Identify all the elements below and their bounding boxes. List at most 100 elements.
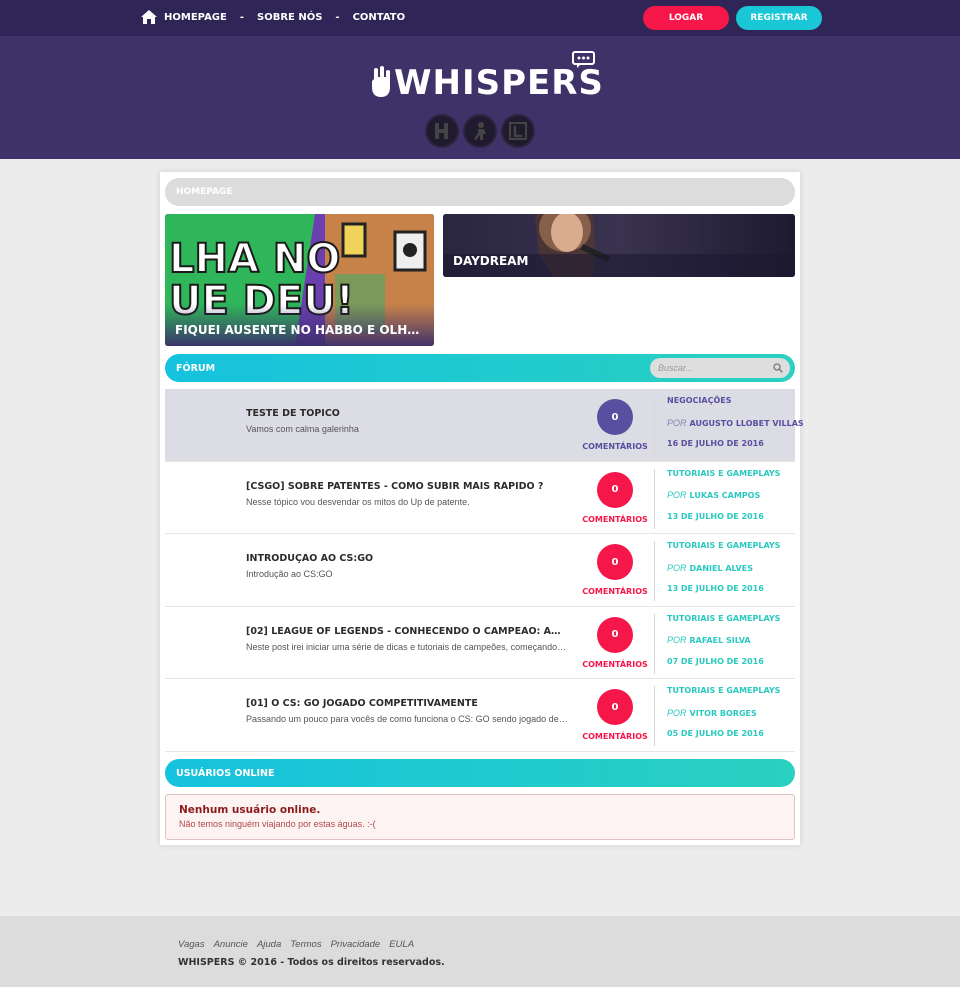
topic-category[interactable]: TUTORIAIS E GAMEPLAYS <box>667 686 780 708</box>
comment-count-badge: 0 <box>597 399 633 435</box>
search-icon[interactable] <box>773 363 783 373</box>
topic-date: 07 DE JULHO DE 2016 <box>667 656 764 666</box>
comment-count-badge: 0 <box>597 689 633 725</box>
topic-description: Nesse tópico vou desvendar os mitos do U… <box>246 496 470 507</box>
forum-section-bar: FÓRUM Buscar... <box>165 354 795 382</box>
topic-date: 16 DE JULHO DE 2016 <box>667 439 764 448</box>
topic-author[interactable]: DANIEL ALVES <box>690 564 753 573</box>
topic-meta: TUTORIAIS E GAMEPLAYS POR DANIEL ALVES 13… <box>654 541 780 601</box>
topic-title[interactable]: [01] O CS: GO JOGADO COMPETITIVAMENTE <box>246 698 568 709</box>
topic-title[interactable]: TESTE DE TÓPICO <box>246 408 568 419</box>
top-nav-bar: HOMEPAGE - SOBRE NÓS - CONTATO LOGAR REG… <box>0 0 960 36</box>
league-icon <box>509 122 527 140</box>
nav-separator: - <box>335 11 340 23</box>
topic-description: Passando um pouco para vocês de como fun… <box>246 714 568 724</box>
comment-count-label: COMENTÁRIOS <box>582 442 648 451</box>
topic-row[interactable]: [02] LEAGUE OF LEGENDS - CONHECENDO O CA… <box>165 607 795 679</box>
topic-author-line: POR LUKAS CAMPOS <box>667 490 780 512</box>
footer-link-anuncie[interactable]: Anuncie <box>214 939 248 950</box>
game-icon-csgo[interactable] <box>463 114 497 148</box>
hand-icon <box>372 66 390 97</box>
forum-search-input[interactable]: Buscar... <box>650 358 790 378</box>
author-prefix: POR <box>667 707 687 718</box>
nav-sobre-nos[interactable]: SOBRE NÓS <box>257 12 322 23</box>
topic-title[interactable]: [CSGO] SOBRE PATENTES - COMO SUBIR MAIS … <box>246 481 568 492</box>
forum-title: FÓRUM <box>176 363 216 374</box>
topic-row[interactable]: INTRODUÇÃO AO CS:GO Introdução ao CS:GO … <box>165 534 795 607</box>
topic-author-line: POR RAFAEL SILVA <box>667 635 780 657</box>
main-nav: HOMEPAGE - SOBRE NÓS - CONTATO <box>140 9 405 25</box>
topic-date: 05 DE JULHO DE 2016 <box>667 729 764 738</box>
speech-bubble-icon <box>572 51 595 68</box>
topic-row[interactable]: [CSGO] SOBRE PATENTES - COMO SUBIR MAIS … <box>165 462 795 534</box>
footer-link-eula[interactable]: EULA <box>389 939 414 950</box>
footer-link-vagas[interactable]: Vagas <box>178 939 205 950</box>
featured-post-habbo[interactable]: LHA NO UE DEU! FIQUEI AUSENTE NO HABBO E… <box>165 214 434 346</box>
topic-author-line: POR AUGUSTO LLOBET VILLAS <box>667 418 804 440</box>
topic-meta: TUTORIAIS E GAMEPLAYS POR LUKAS CAMPOS 13… <box>654 468 780 529</box>
forum-topic-list: TESTE DE TÓPICO Vamos com calma galerinh… <box>165 389 804 752</box>
online-users-title: USUÁRIOS ONLINE <box>176 768 275 779</box>
nav-contato[interactable]: CONTATO <box>353 12 406 23</box>
topic-category[interactable]: NEGOCIAÇÕES <box>667 396 804 418</box>
topic-author[interactable]: LUKAS CAMPOS <box>690 491 761 500</box>
footer-link-privacidade[interactable]: Privacidade <box>331 939 381 950</box>
author-prefix: POR <box>667 417 687 428</box>
footer-link-ajuda[interactable]: Ajuda <box>257 939 281 950</box>
habbo-icon <box>435 123 448 139</box>
main-content-card: HOMEPAGE LHA NO UE DEU! FIQUEI AUSENTE N… <box>160 172 804 845</box>
featured-post-title: DAYDREAM <box>453 254 529 268</box>
register-button[interactable]: REGISTRAR <box>736 6 822 30</box>
topic-author[interactable]: RAFAEL SILVA <box>690 636 751 645</box>
alert-message: Não temos ninguém viajando por estas águ… <box>179 819 376 829</box>
footer-links: Vagas Anuncie Ajuda Termos Privacidade E… <box>178 939 414 950</box>
topic-author-line: POR VITOR BORGES <box>667 708 780 730</box>
nav-separator: - <box>239 11 244 23</box>
topic-title[interactable]: [02] LEAGUE OF LEGENDS - CONHECENDO O CA… <box>246 626 568 637</box>
topic-author[interactable]: VITOR BORGES <box>690 709 757 718</box>
topic-description: Neste post irei iniciar uma série de dic… <box>246 641 568 652</box>
topic-row[interactable]: [01] O CS: GO JOGADO COMPETITIVAMENTE Pa… <box>165 679 795 752</box>
game-icon-lol[interactable] <box>501 114 535 148</box>
topic-title[interactable]: INTRODUÇÃO AO CS:GO <box>246 553 568 564</box>
game-icon-habbo[interactable] <box>425 114 459 148</box>
comment-count-label: COMENTÁRIOS <box>582 514 648 524</box>
topic-meta: TUTORIAIS E GAMEPLAYS POR RAFAEL SILVA 07… <box>654 613 780 674</box>
author-prefix: POR <box>667 490 687 500</box>
logo-text: WHISPERS <box>394 63 604 103</box>
author-prefix: POR <box>667 562 687 573</box>
site-logo[interactable]: WHISPERS <box>370 51 603 106</box>
comment-count-badge: 0 <box>597 616 633 653</box>
site-header: WHISPERS <box>0 36 960 159</box>
topic-author-line: POR DANIEL ALVES <box>667 563 780 585</box>
alert-title: Nenhum usuário online. <box>179 804 321 816</box>
topic-description: Introdução ao CS:GO <box>246 569 333 579</box>
topic-category[interactable]: TUTORIAIS E GAMEPLAYS <box>667 614 780 636</box>
no-users-alert: Nenhum usuário online. Não temos ninguém… <box>165 794 795 840</box>
topic-category[interactable]: TUTORIAIS E GAMEPLAYS <box>667 469 780 491</box>
home-icon[interactable] <box>140 9 158 25</box>
featured-post-daydream[interactable]: DAYDREAM <box>443 214 795 277</box>
footer-link-termos[interactable]: Termos <box>290 939 321 950</box>
soldier-icon <box>474 122 486 140</box>
comment-count-label: COMENTÁRIOS <box>582 587 648 596</box>
comment-count-badge: 0 <box>597 471 633 508</box>
author-prefix: POR <box>667 635 687 645</box>
featured-post-title: FIQUEI AUSENTE NO HABBO E OLHA NO QUE DE… <box>175 323 425 337</box>
topic-category[interactable]: TUTORIAIS E GAMEPLAYS <box>667 541 780 563</box>
svg-text:LHA NO: LHA NO <box>169 236 340 282</box>
topic-meta: TUTORIAIS E GAMEPLAYS POR VITOR BORGES 05… <box>654 686 780 746</box>
nav-homepage[interactable]: HOMEPAGE <box>164 12 227 23</box>
site-footer: Vagas Anuncie Ajuda Termos Privacidade E… <box>0 916 960 987</box>
comment-count-label: COMENTÁRIOS <box>582 732 648 741</box>
online-users-bar: USUÁRIOS ONLINE <box>165 759 795 787</box>
breadcrumb[interactable]: HOMEPAGE <box>165 178 795 206</box>
login-button[interactable]: LOGAR <box>643 6 729 30</box>
game-icon-list <box>425 114 535 148</box>
topic-row[interactable]: TESTE DE TÓPICO Vamos com calma galerinh… <box>165 389 804 462</box>
topic-description: Vamos com calma galerinha <box>246 424 359 434</box>
copyright-text: WHISPERS © 2016 - Todos os direitos rese… <box>178 957 445 968</box>
topic-date: 13 DE JULHO DE 2016 <box>667 584 764 593</box>
topic-author[interactable]: AUGUSTO LLOBET VILLAS <box>690 419 804 428</box>
search-placeholder: Buscar... <box>658 363 694 373</box>
